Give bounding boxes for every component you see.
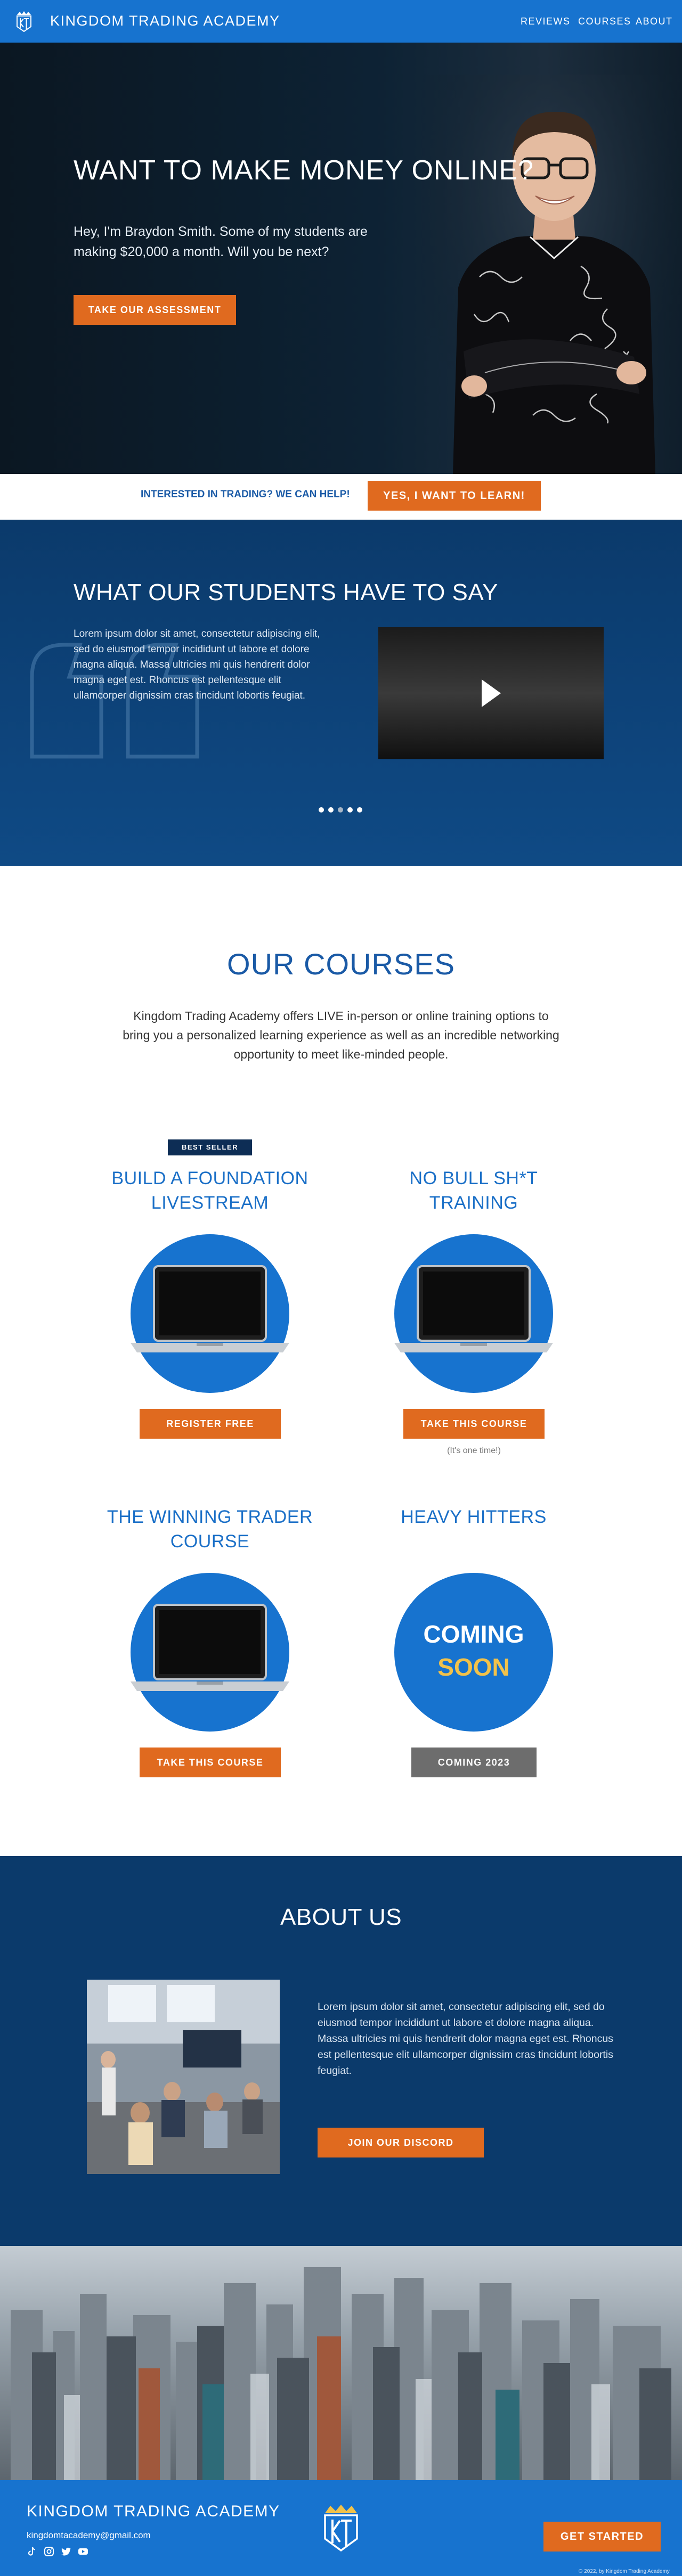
about-text: Lorem ipsum dolor sit amet, consectetur … (318, 2001, 613, 2077)
learn-button[interactable]: YES, I WANT TO LEARN! (368, 481, 541, 511)
courses-intro: Kingdom Trading Academy offers LIVE in-p… (123, 1009, 559, 1061)
course-image-no-bull (394, 1234, 553, 1393)
about-title: ABOUT US (280, 1904, 402, 1930)
laptop-icon (394, 1265, 553, 1352)
coming-2023-button[interactable]: COMING 2023 (411, 1748, 537, 1777)
hero-subtitle: Hey, I'm Braydon Smith. Some of my stude… (74, 224, 368, 259)
kt-logo-icon[interactable] (322, 2504, 360, 2553)
course-title-no-bull: NO BULL SH*T TRAINING (409, 1168, 538, 1213)
copyright-text: © 2022, by Kingdom Trading Academy (579, 2569, 670, 2574)
soon-text: SOON (437, 1653, 510, 1681)
hero-title: WANT TO MAKE MONEY ONLINE? (74, 155, 534, 186)
best-seller-badge: BEST SELLER (168, 1139, 252, 1155)
testimonial-text: Lorem ipsum dolor sit amet, consectetur … (74, 628, 320, 701)
hero-section: WANT TO MAKE MONEY ONLINE? Hey, I'm Bray… (0, 43, 682, 474)
course-image-foundation (131, 1234, 289, 1393)
play-icon[interactable] (480, 677, 503, 709)
carousel-dot-3[interactable] (338, 807, 343, 813)
brand-name[interactable]: KINGDOM TRADING ACADEMY (50, 13, 280, 29)
kt-logo-icon[interactable] (15, 11, 33, 32)
footer-email[interactable]: kingdomtacademy@gmail.com (27, 2530, 151, 2541)
footer-brand[interactable]: KINGDOM TRADING ACADEMY (27, 2503, 280, 2521)
join-discord-button[interactable]: JOIN OUR DISCORD (318, 2128, 484, 2157)
interest-band: INTERESTED IN TRADING? WE CAN HELP! YES,… (0, 474, 682, 520)
classroom-image (87, 1980, 280, 2174)
nav-link-about[interactable]: ABOUT (636, 16, 673, 27)
take-assessment-button[interactable]: TAKE OUR ASSESSMENT (74, 295, 236, 325)
testimonials-title: WHAT OUR STUDENTS HAVE TO SAY (74, 579, 498, 605)
testimonial-video-player[interactable] (378, 627, 604, 759)
nav-link-reviews[interactable]: REVIEWS (521, 16, 571, 27)
interest-question: INTERESTED IN TRADING? WE CAN HELP! (141, 489, 350, 500)
tiktok-icon[interactable] (27, 2546, 37, 2557)
get-started-button[interactable]: GET STARTED (543, 2522, 661, 2552)
take-course-button-no-bull[interactable]: TAKE THIS COURSE (403, 1409, 545, 1439)
laptop-icon (131, 1265, 289, 1352)
youtube-icon[interactable] (78, 2546, 88, 2557)
course-image-winning-trader (131, 1573, 289, 1732)
course-title-winning-trader: THE WINNING TRADER COURSE (107, 1507, 313, 1552)
top-nav: KINGDOM TRADING ACADEMY REVIEWS COURSES … (0, 0, 682, 43)
course-title-heavy-hitters: HEAVY HITTERS (401, 1507, 547, 1527)
carousel-dots (319, 807, 367, 815)
course-title-foundation: BUILD A FOUNDATION LIVESTREAM (111, 1168, 308, 1213)
classroom-photo (87, 1980, 280, 2174)
about-section: ABOUT US Lorem ipsum dolor sit amet, con… (0, 1856, 682, 2246)
footer: KINGDOM TRADING ACADEMY kingdomtacademy@… (0, 2480, 682, 2576)
carousel-dot-4[interactable] (347, 807, 353, 813)
nav-link-courses[interactable]: COURSES (578, 16, 631, 27)
hero-portrait-image (421, 75, 682, 474)
carousel-dot-5[interactable] (357, 807, 362, 813)
twitter-icon[interactable] (61, 2546, 71, 2557)
courses-title: OUR COURSES (227, 947, 455, 981)
instagram-icon[interactable] (44, 2546, 54, 2557)
city-skyline-image (0, 2246, 682, 2480)
carousel-dot-1[interactable] (319, 807, 324, 813)
city-aerial-photo (0, 2246, 682, 2480)
coming-text: COMING (423, 1620, 524, 1648)
laptop-icon (131, 1604, 289, 1691)
carousel-dot-2[interactable] (328, 807, 334, 813)
take-course-button-winning-trader[interactable]: TAKE THIS COURSE (140, 1748, 281, 1777)
course-image-heavy-hitters: COMING SOON (394, 1573, 553, 1732)
register-free-button[interactable]: REGISTER FREE (140, 1409, 281, 1439)
testimonials-section: WHAT OUR STUDENTS HAVE TO SAY Lorem ipsu… (0, 520, 682, 866)
one-time-note: (It's one time!) (447, 1446, 501, 1455)
